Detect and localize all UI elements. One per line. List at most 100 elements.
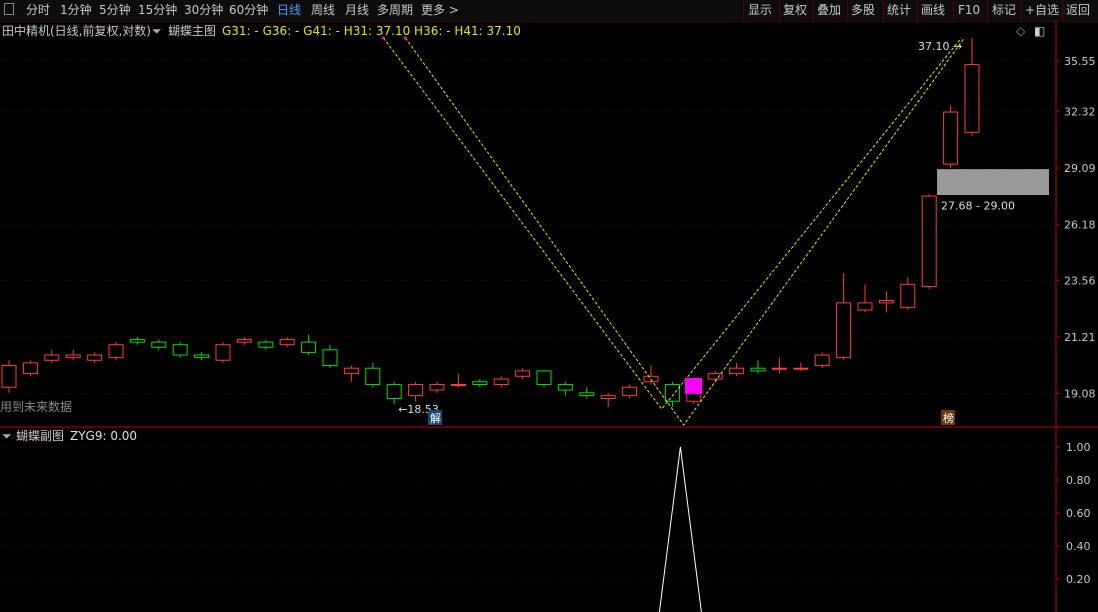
candle-body (129, 339, 145, 343)
period-8[interactable]: 月线 (345, 2, 369, 19)
candle-body (814, 354, 830, 367)
price-axis-label: 19.08 (1064, 387, 1096, 400)
period-9[interactable]: 多周期 (377, 2, 413, 19)
toolbar-button-1[interactable]: 复权 (783, 2, 807, 19)
toolbar-button-6[interactable]: F10 (958, 2, 980, 19)
candle-body (515, 370, 531, 377)
candle-body (408, 383, 424, 397)
candle-body (301, 341, 317, 353)
candle-body (771, 367, 787, 370)
toolbar-button-7[interactable]: 标记 (992, 2, 1016, 19)
price-axis-label: 23.56 (1064, 275, 1096, 288)
candle-body (536, 370, 552, 385)
sub-axis-label: 0.40 (1066, 540, 1091, 553)
candle-body (87, 354, 103, 361)
candle-body (729, 367, 745, 375)
period-toolbar: 分时 1分钟 5分钟 15分钟 30分钟 60分钟 日线 周线 月线 多周期 更多 > 显示 复权 叠加… (0, 0, 1098, 22)
toolbar-separator (1021, 0, 1022, 21)
toolbar-separator (779, 0, 780, 21)
candle-body (386, 383, 402, 399)
candle-body (1, 365, 17, 388)
price-axis-label: 35.55 (1064, 55, 1096, 68)
pivot-dot (382, 36, 385, 40)
candle-body (857, 302, 873, 311)
period-7[interactable]: 周线 (311, 2, 335, 19)
kline-chart[interactable]: 35.55 32.32 29.09 26.18 23.56 21.21 19.08 1.00 0… (0, 21, 1098, 612)
sub-axis-label: 1.00 (1066, 441, 1091, 454)
toolbar-separator (917, 0, 918, 21)
candle-body (44, 354, 60, 361)
price-axis-label: 32.32 (1064, 106, 1096, 119)
period-2[interactable]: 5分钟 (99, 2, 131, 19)
period-4[interactable]: 30分钟 (184, 2, 223, 19)
candle-body (878, 300, 894, 304)
candle-body (664, 383, 680, 402)
candle-body (921, 195, 937, 288)
toolbar-separator (847, 0, 848, 21)
candle-body (279, 339, 295, 346)
sub-axis-label: 0.80 (1066, 474, 1091, 487)
price-axis-label: 29.09 (1064, 162, 1096, 175)
period-10[interactable]: 更多 > (421, 2, 459, 19)
candle-body (750, 367, 766, 372)
period-5[interactable]: 60分钟 (229, 2, 268, 19)
candle-body (707, 373, 723, 380)
high-price-label: 37.10 → (918, 40, 962, 53)
candle-body (622, 386, 638, 397)
toolbar-button-8[interactable]: +自选 (1025, 2, 1059, 19)
toolbar-button-2[interactable]: 叠加 (817, 2, 841, 19)
candle-body (450, 383, 466, 386)
candle-body (22, 362, 38, 375)
candle-body (964, 64, 980, 133)
period-6[interactable]: 日线 (277, 2, 301, 19)
price-axis-label: 26.18 (1064, 218, 1096, 231)
panel-toggle-icon[interactable] (4, 3, 14, 15)
zyg9-line (658, 446, 702, 612)
candle-body (600, 395, 616, 399)
toolbar-separator (987, 0, 988, 21)
toolbar-button-4[interactable]: 统计 (887, 2, 911, 19)
candle-body (557, 383, 573, 391)
marker-jie: 解 (430, 411, 441, 425)
candle-body (472, 381, 488, 385)
candle-body (258, 341, 274, 348)
zigzag-line (383, 37, 962, 410)
toolbar-button-5[interactable]: 画线 (921, 2, 945, 19)
candle-body (194, 354, 210, 359)
candle-body (343, 367, 359, 375)
candle-body (108, 344, 124, 359)
candle-body (429, 383, 445, 391)
toolbar-separator (743, 0, 744, 21)
toolbar-separator (1062, 0, 1063, 21)
candle-body (215, 344, 231, 361)
toolbar-button-0[interactable]: 显示 (748, 2, 772, 19)
toolbar-button-9[interactable]: 返回 (1066, 2, 1090, 19)
price-axis-label: 21.21 (1064, 331, 1096, 344)
candle-body (836, 302, 852, 359)
sub-axis-label: 0.20 (1066, 573, 1091, 586)
period-3[interactable]: 15分钟 (138, 2, 177, 19)
candle-body (365, 367, 381, 385)
candle-body (65, 354, 81, 359)
period-0[interactable]: 分时 (26, 2, 50, 19)
range-label: 27.68 - 29.00 (941, 200, 1015, 213)
candle-body (236, 339, 252, 343)
candle-body (172, 344, 188, 356)
pivot-dot (404, 36, 407, 40)
signal-marker (685, 377, 702, 394)
toolbar-separator (953, 0, 954, 21)
toolbar-separator (883, 0, 884, 21)
candle-body (322, 349, 338, 367)
candle-body (579, 392, 595, 397)
toolbar-separator (813, 0, 814, 21)
period-1[interactable]: 1分钟 (60, 2, 92, 19)
range-box (937, 169, 1049, 196)
candle-body (900, 283, 916, 309)
candle-body (793, 367, 809, 370)
sub-axis-label: 0.60 (1066, 507, 1091, 520)
zigzag-line-secondary (405, 37, 965, 426)
toolbar-button-3[interactable]: 多股 (851, 2, 875, 19)
candle-body (943, 111, 959, 165)
candle-body (493, 378, 509, 385)
marker-bang: 榜 (943, 411, 954, 425)
